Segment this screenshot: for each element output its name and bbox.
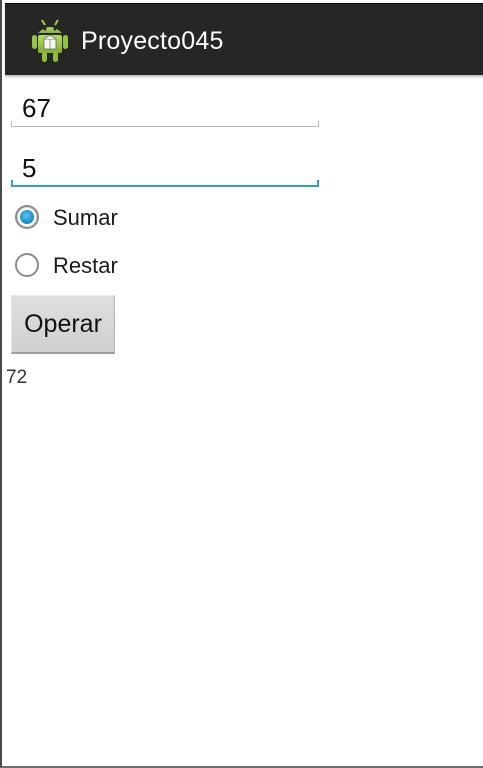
app-title: Proyecto045 [81,27,224,55]
first-number-input[interactable]: 67 [11,87,319,127]
input-corner-right [317,180,319,187]
radio-checked-icon[interactable] [15,205,39,229]
input-underline-focused [11,185,319,187]
radio-selected-dot [20,210,34,224]
radio-sumar-label: Sumar [53,205,118,230]
radio-restar[interactable]: Restar [11,247,211,287]
radio-restar-label: Restar [53,253,118,278]
android-robot-icon [32,19,68,62]
radio-unchecked-icon[interactable] [15,253,39,277]
result-text: 72 [6,367,28,388]
app-screen: Proyecto045 67 5 Sumar Restar Operar 72 [0,0,483,768]
action-bar: Proyecto045 [5,3,483,75]
operar-button[interactable]: Operar [11,295,115,354]
input-corner-right [318,121,319,127]
second-number-input[interactable]: 5 [11,147,319,187]
input-underline [11,126,319,127]
input-corner-left [11,121,12,127]
radio-sumar[interactable]: Sumar [11,199,211,239]
first-number-value: 67 [22,93,51,123]
main-content: 67 5 Sumar Restar Operar 72 [5,75,483,765]
input-corner-left [11,180,13,187]
second-number-value: 5 [22,153,37,183]
